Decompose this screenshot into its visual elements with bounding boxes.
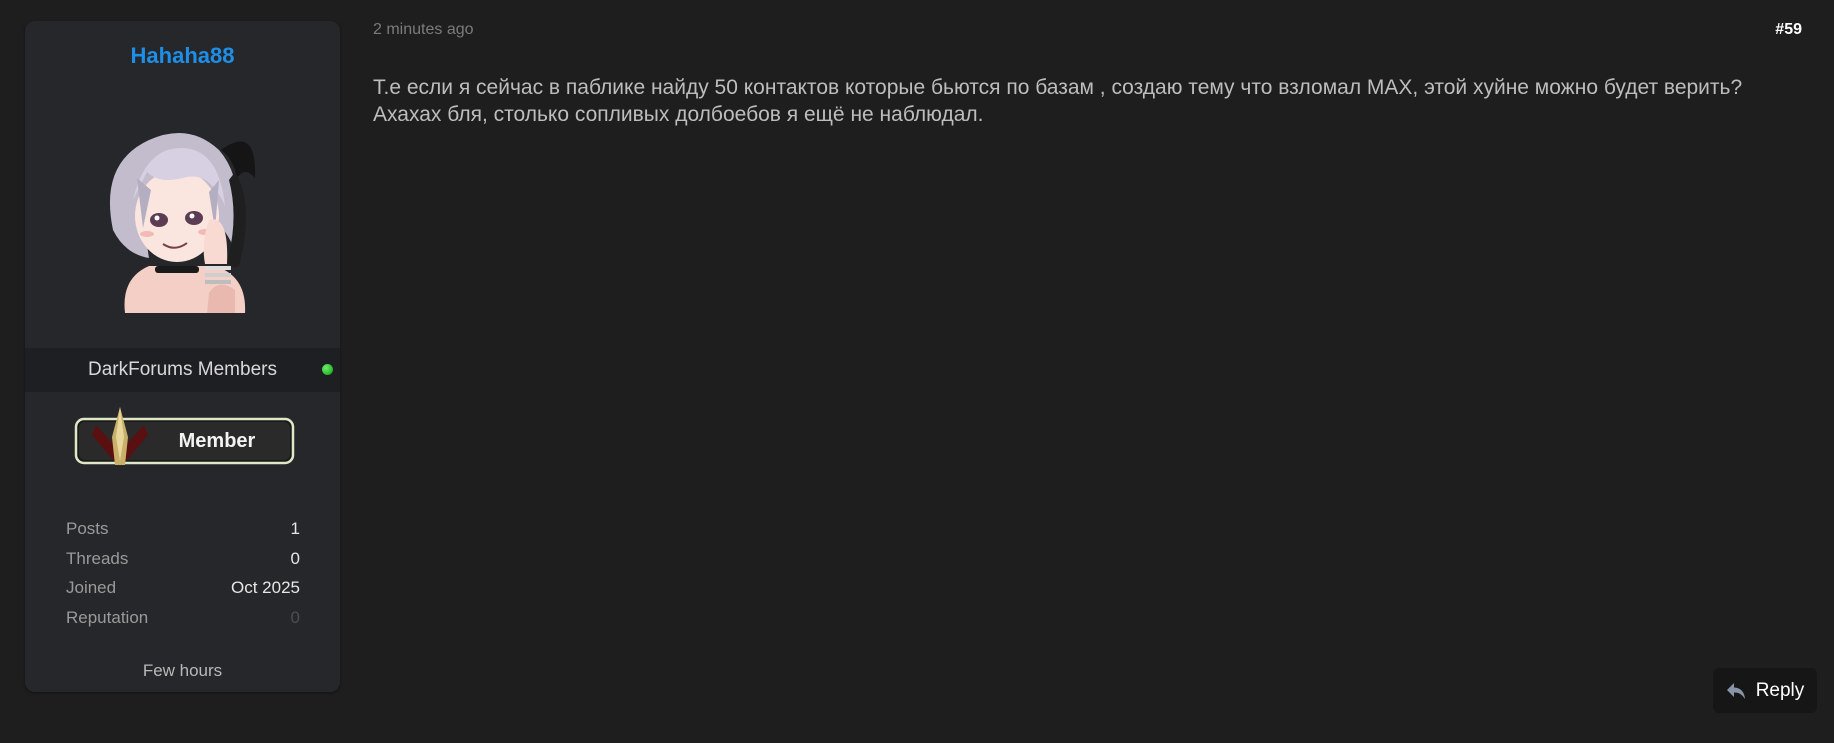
username-link[interactable]: Hahaha88 bbox=[25, 43, 340, 69]
reply-arrow-icon bbox=[1726, 682, 1745, 699]
stat-row-reputation: Reputation 0 bbox=[66, 608, 300, 638]
rank-badge-label: Member bbox=[179, 430, 256, 452]
stat-label-posts: Posts bbox=[66, 519, 109, 538]
user-avatar[interactable] bbox=[97, 108, 267, 318]
user-group-label: DarkForums Members bbox=[88, 359, 277, 380]
post-number-link[interactable]: #59 bbox=[1775, 21, 1802, 39]
stat-label-reputation: Reputation bbox=[66, 607, 149, 627]
online-status-icon bbox=[322, 364, 333, 375]
stat-row-posts: Posts 1 bbox=[66, 519, 300, 549]
stat-label-threads: Threads bbox=[66, 548, 129, 568]
post-body-text: Т.е если я сейчас в паблике найду 50 кон… bbox=[373, 76, 1743, 126]
user-stats: Posts 1 Threads 0 Joined Oct 2025 Reputa… bbox=[66, 519, 300, 637]
stat-value-threads[interactable]: 0 bbox=[291, 549, 300, 579]
reply-button[interactable]: Reply bbox=[1713, 668, 1817, 713]
post-timestamp: 2 minutes ago bbox=[373, 21, 474, 38]
stat-label-joined: Joined bbox=[66, 578, 117, 597]
reply-button-label: Reply bbox=[1755, 679, 1805, 701]
last-active-time: Few hours bbox=[142, 661, 223, 680]
stat-row-threads: Threads 0 bbox=[66, 549, 300, 579]
stat-value-posts[interactable]: 1 bbox=[291, 519, 300, 549]
stat-row-joined: Joined Oct 2025 bbox=[66, 578, 300, 608]
user-group-bar: DarkForums Members bbox=[25, 348, 340, 392]
forum-post: Hahaha88 DarkForums Members Member Posts… bbox=[0, 0, 1834, 743]
stat-value-joined: Oct 2025 bbox=[231, 578, 300, 597]
stat-value-reputation[interactable]: 0 bbox=[291, 608, 300, 638]
user-info-panel: Hahaha88 DarkForums Members Member Posts… bbox=[25, 21, 340, 692]
rank-badge-image: Member bbox=[74, 407, 295, 465]
